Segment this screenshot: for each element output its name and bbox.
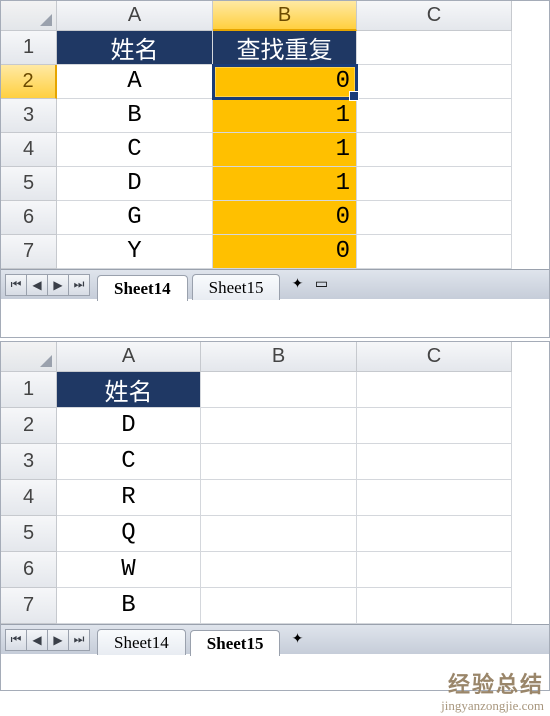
top-tab-bar: ⏮ ◀ ▶ ⏭ Sheet14 Sheet15 ✦ ▭ [1, 269, 549, 299]
watermark-url: jingyanzongjie.com [441, 698, 544, 714]
cell-B1[interactable] [201, 372, 357, 408]
tab-nav-first-button[interactable]: ⏮ [5, 629, 27, 651]
new-sheet-icon[interactable]: ✦ [288, 631, 306, 649]
cell-A5[interactable]: Q [57, 516, 201, 552]
row-header-4[interactable]: 4 [1, 133, 57, 167]
row-header-1[interactable]: 1 [1, 372, 57, 408]
tab-bar-end: ✦ [288, 631, 306, 649]
cell-C3[interactable] [357, 99, 512, 133]
cell-B4[interactable] [201, 480, 357, 516]
cell-A3[interactable]: B [57, 99, 213, 133]
cell-A7[interactable]: Y [57, 235, 213, 269]
cell-A6[interactable]: G [57, 201, 213, 235]
cell-B3[interactable] [201, 444, 357, 480]
row-header-2[interactable]: 2 [1, 408, 57, 444]
sheet-tab-sheet15[interactable]: Sheet15 [190, 630, 281, 656]
cell-B5[interactable] [201, 516, 357, 552]
bottom-workbook-pane: A B C 1 姓名 2 D 3 C 4 R 5 Q 6 W 7 B ⏮ [0, 341, 550, 691]
cell-B3[interactable]: 1 [213, 99, 357, 133]
tab-bar-end: ✦ ▭ [288, 276, 330, 294]
top-grid: A B C 1 姓名 查找重复 2 A 0 3 B 1 4 C 1 5 D 1 … [1, 1, 549, 269]
watermark-title: 经验总结 [441, 672, 544, 698]
select-all-corner[interactable] [1, 342, 57, 372]
cell-B5[interactable]: 1 [213, 167, 357, 201]
row-header-3[interactable]: 3 [1, 444, 57, 480]
row-header-5[interactable]: 5 [1, 167, 57, 201]
cell-C2[interactable] [357, 408, 512, 444]
tab-nav-buttons: ⏮ ◀ ▶ ⏭ [5, 274, 89, 296]
cell-B4[interactable]: 1 [213, 133, 357, 167]
new-sheet-icon[interactable]: ✦ [288, 276, 306, 294]
col-header-C[interactable]: C [357, 1, 512, 31]
cell-B1[interactable]: 查找重复 [213, 31, 357, 65]
cell-A2[interactable]: A [57, 65, 213, 99]
cell-B7[interactable] [201, 588, 357, 624]
cell-C4[interactable] [357, 133, 512, 167]
row-header-3[interactable]: 3 [1, 99, 57, 133]
tab-nav-prev-button[interactable]: ◀ [26, 274, 48, 296]
cell-C7[interactable] [357, 235, 512, 269]
cell-B2[interactable]: 0 [213, 65, 357, 99]
cell-C6[interactable] [357, 552, 512, 588]
tab-nav-next-button[interactable]: ▶ [47, 274, 69, 296]
sheet-tab-sheet15[interactable]: Sheet15 [192, 274, 281, 300]
cell-C4[interactable] [357, 480, 512, 516]
cell-B2[interactable] [201, 408, 357, 444]
col-header-A[interactable]: A [57, 1, 213, 31]
tab-nav-next-button[interactable]: ▶ [47, 629, 69, 651]
cell-B7[interactable]: 0 [213, 235, 357, 269]
row-header-7[interactable]: 7 [1, 588, 57, 624]
top-workbook-pane: A B C 1 姓名 查找重复 2 A 0 3 B 1 4 C 1 5 D 1 … [0, 0, 550, 338]
bottom-tab-bar: ⏮ ◀ ▶ ⏭ Sheet14 Sheet15 ✦ [1, 624, 549, 654]
tab-nav-first-button[interactable]: ⏮ [5, 274, 27, 296]
cell-A1[interactable]: 姓名 [57, 31, 213, 65]
cell-A6[interactable]: W [57, 552, 201, 588]
col-header-C[interactable]: C [357, 342, 512, 372]
row-header-5[interactable]: 5 [1, 516, 57, 552]
col-header-B[interactable]: B [213, 1, 357, 31]
cell-A4[interactable]: C [57, 133, 213, 167]
cell-C3[interactable] [357, 444, 512, 480]
cell-A5[interactable]: D [57, 167, 213, 201]
col-header-B[interactable]: B [201, 342, 357, 372]
cell-A3[interactable]: C [57, 444, 201, 480]
tab-nav-prev-button[interactable]: ◀ [26, 629, 48, 651]
row-header-1[interactable]: 1 [1, 31, 57, 65]
row-header-4[interactable]: 4 [1, 480, 57, 516]
tab-nav-last-button[interactable]: ⏭ [68, 274, 90, 296]
cell-A2[interactable]: D [57, 408, 201, 444]
cell-A4[interactable]: R [57, 480, 201, 516]
row-header-7[interactable]: 7 [1, 235, 57, 269]
cell-C1[interactable] [357, 372, 512, 408]
row-header-2[interactable]: 2 [1, 65, 57, 99]
bottom-grid: A B C 1 姓名 2 D 3 C 4 R 5 Q 6 W 7 B [1, 342, 549, 624]
tab-nav-buttons: ⏮ ◀ ▶ ⏭ [5, 629, 89, 651]
cell-C5[interactable] [357, 516, 512, 552]
cell-C2[interactable] [357, 65, 512, 99]
cell-C1[interactable] [357, 31, 512, 65]
col-header-A[interactable]: A [57, 342, 201, 372]
select-all-corner[interactable] [1, 1, 57, 31]
cell-C6[interactable] [357, 201, 512, 235]
sheet-tab-sheet14[interactable]: Sheet14 [97, 275, 188, 301]
tab-nav-last-button[interactable]: ⏭ [68, 629, 90, 651]
scroll-icon[interactable]: ▭ [312, 276, 330, 294]
row-header-6[interactable]: 6 [1, 201, 57, 235]
cell-B6[interactable] [201, 552, 357, 588]
watermark: 经验总结 jingyanzongjie.com [441, 672, 544, 714]
sheet-tab-sheet14[interactable]: Sheet14 [97, 629, 186, 655]
cell-A7[interactable]: B [57, 588, 201, 624]
row-header-6[interactable]: 6 [1, 552, 57, 588]
cell-A1[interactable]: 姓名 [57, 372, 201, 408]
cell-C5[interactable] [357, 167, 512, 201]
cell-C7[interactable] [357, 588, 512, 624]
cell-B6[interactable]: 0 [213, 201, 357, 235]
